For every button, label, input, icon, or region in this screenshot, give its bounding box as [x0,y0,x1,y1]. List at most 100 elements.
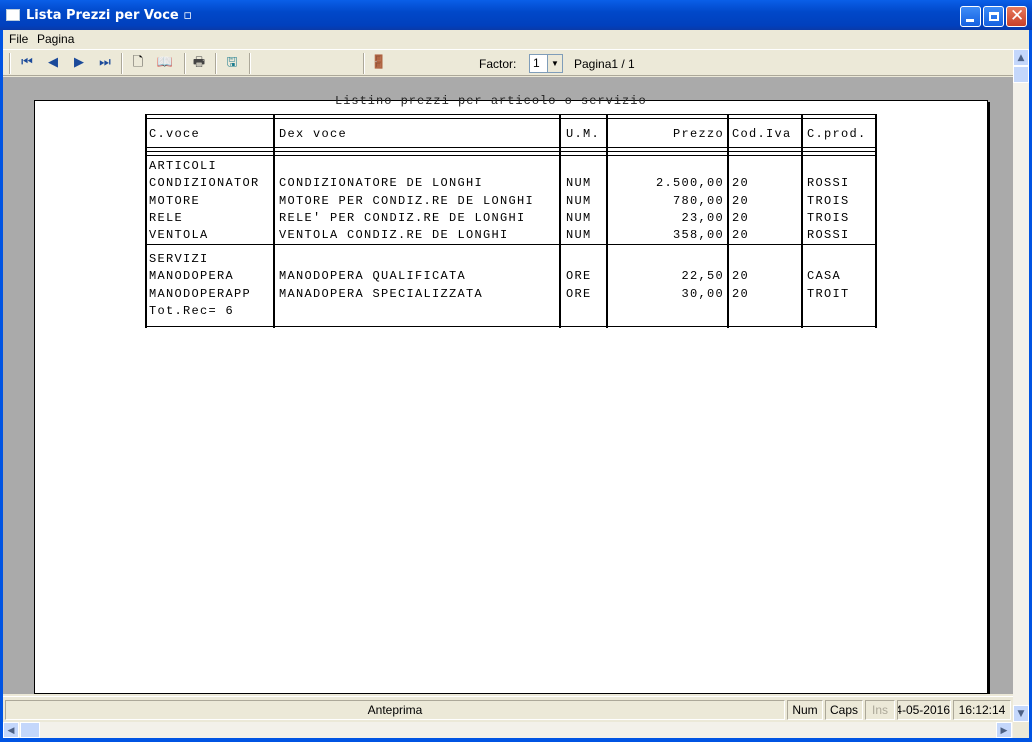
header-c-voce: C.voce [149,127,201,141]
toolbar-grip [9,53,11,74]
cell-c-voce: MANODOPERA [149,269,235,283]
cell-prezzo: 22,50 [681,269,724,283]
header-um: U.M. [566,127,601,141]
cell-prezzo: 2.500,00 [655,176,724,190]
factor-label: Factor: [479,57,517,71]
factor-select[interactable]: 1 ▼ [529,54,563,73]
report-page: Listino prezzi per articolo o servizio C… [34,94,988,694]
cell-um: NUM [566,194,592,208]
cell-prezzo: 23,00 [681,211,724,225]
next-page-icon[interactable]: ▶ [69,54,89,72]
column-rule [727,115,729,328]
cell-c-prod: TROIS [807,211,850,225]
column-rule [273,115,275,328]
table-rule [145,244,877,245]
window-icon [6,9,20,21]
title-bar[interactable]: Lista Prezzi per Voce ▫ ✕ [0,0,1032,30]
cell-cod-iva: 20 [732,269,750,283]
table-rule [145,147,877,148]
cell-c-voce: MOTORE [149,194,201,208]
toolbar-separator [184,53,186,74]
table-rule [145,114,877,115]
header-cod-iva: Cod.Iva [732,127,792,141]
status-time: 16:12:14 [953,700,1011,720]
chevron-down-icon[interactable]: ▼ [547,55,562,72]
cell-prezzo: 358,00 [672,228,724,242]
scroll-right-icon[interactable]: ▶ [996,722,1012,738]
vertical-scrollbar[interactable]: ▲ ▼ [1013,49,1029,722]
toolbar-separator [215,53,217,74]
column-rule [801,115,803,328]
cell-cod-iva: 20 [732,287,750,301]
scroll-up-icon[interactable]: ▲ [1013,49,1029,66]
group-label: ARTICOLI [149,159,218,173]
header-dex-voce: Dex voce [279,127,348,141]
table-rule [145,118,877,119]
cell-cod-iva: 20 [732,228,750,242]
first-page-icon[interactable]: ⏮ [17,54,37,72]
cell-c-prod: TROIS [807,194,850,208]
toolbar: ⏮ ◀ ▶ ⏭ 🗋 📖 🖶 🖫 🚪 Factor: 1 ▼ Pagina1 / … [3,49,1029,76]
status-num: Num [787,700,823,720]
column-rule [559,115,561,328]
close-button[interactable]: ✕ [1006,6,1027,27]
window-title: Lista Prezzi per Voce ▫ [26,8,193,23]
table-rule [145,326,877,327]
restore-icon [989,12,999,21]
header-c-prod: C.prod. [807,127,867,141]
two-pages-icon[interactable]: 📖 [155,54,175,72]
menu-file[interactable]: File [9,32,28,46]
cell-c-prod: TROIT [807,287,850,301]
cell-c-voce: RELE [149,211,184,225]
cell-cod-iva: 20 [732,211,750,225]
scroll-thumb[interactable] [1013,66,1029,83]
status-mode: Anteprima [5,700,785,720]
header-prezzo: Prezzo [672,127,724,141]
client-area: File Pagina ⏮ ◀ ▶ ⏭ 🗋 📖 🖶 🖫 🚪 Factor: 1 … [3,30,1029,738]
page-indicator: Pagina1 / 1 [574,57,635,71]
cell-c-prod: ROSSI [807,228,850,242]
cell-um: NUM [566,176,592,190]
minimize-button[interactable] [960,6,981,27]
factor-value: 1 [533,56,540,70]
cell-c-voce: CONDIZIONATOR [149,176,260,190]
cell-dex-voce: MANADOPERA SPECIALIZZATA [279,287,484,301]
toolbar-separator [363,53,365,74]
cell-dex-voce: CONDIZIONATORE DE LONGHI [279,176,484,190]
scroll-left-icon[interactable]: ◀ [3,722,19,738]
prev-page-icon[interactable]: ◀ [43,54,63,72]
scroll-down-icon[interactable]: ▼ [1013,705,1029,722]
exit-door-icon[interactable]: 🚪 [369,54,389,72]
table-rule [145,151,877,152]
column-rule [145,115,147,328]
cell-prezzo: 30,00 [681,287,724,301]
print-preview-area[interactable]: Listino prezzi per articolo o servizio C… [3,77,1013,694]
cell-um: NUM [566,228,592,242]
group-label: SERVIZI [149,252,209,266]
cell-dex-voce: RELE' PER CONDIZ.RE DE LONGHI [279,211,526,225]
column-rule [606,115,608,328]
cell-dex-voce: MOTORE PER CONDIZ.RE DE LONGHI [279,194,535,208]
table-rule [145,155,877,156]
close-icon: ✕ [1010,6,1025,26]
cell-c-prod: ROSSI [807,176,850,190]
toolbar-separator [249,53,251,74]
toolbar-separator [121,53,123,74]
cell-c-voce: MANODOPERAPP [149,287,252,301]
menu-pagina[interactable]: Pagina [37,32,74,46]
status-caps: Caps [825,700,863,720]
column-rule [875,115,877,328]
minimize-icon [966,19,974,22]
print-icon[interactable]: 🖶 [189,54,209,72]
cell-dex-voce: VENTOLA CONDIZ.RE DE LONGHI [279,228,509,242]
cell-cod-iva: 20 [732,194,750,208]
single-page-icon[interactable]: 🗋 [128,54,148,72]
cell-um: NUM [566,211,592,225]
export-icon[interactable]: 🖫 [222,54,242,72]
scroll-thumb[interactable] [20,722,40,738]
maximize-button[interactable] [983,6,1004,27]
last-page-icon[interactable]: ⏭ [95,54,115,72]
status-date: 04-05-2016 [897,700,951,720]
cell-prezzo: 780,00 [672,194,724,208]
horizontal-scrollbar[interactable]: ◀ ▶ [3,722,1013,738]
